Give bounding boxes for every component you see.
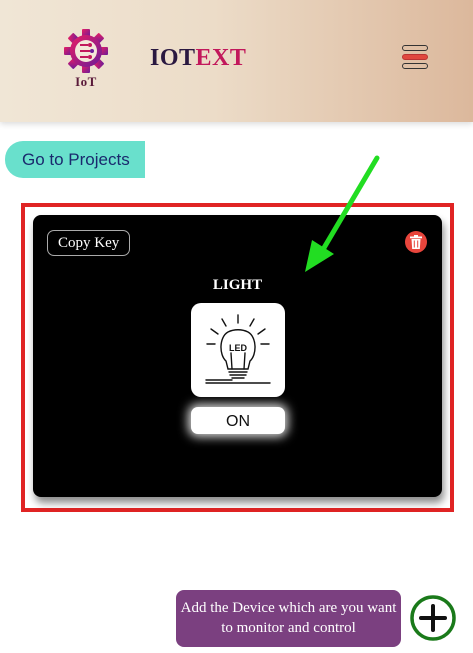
copy-key-button[interactable]: Copy Key — [47, 230, 131, 256]
led-bulb-icon: LED — [205, 314, 271, 384]
plus-circle-icon[interactable] — [409, 594, 457, 642]
add-device-tooltip: Add the Device which are you want to mon… — [176, 590, 401, 647]
gear-logo-icon — [64, 29, 108, 73]
go-to-projects-button[interactable]: Go to Projects — [5, 141, 145, 178]
trash-icon[interactable] — [405, 231, 427, 253]
menu-line-middle — [402, 54, 428, 60]
hamburger-menu-icon[interactable] — [400, 44, 430, 74]
logo-text: IoT — [75, 74, 97, 89]
menu-line-top — [402, 45, 428, 51]
brand-title-part1: IOT — [150, 45, 196, 71]
menu-line-bottom — [402, 63, 428, 69]
brand-title[interactable]: IOTEXT — [150, 45, 246, 72]
led-label: LED — [229, 343, 248, 353]
app-header: IoT IOTEXT — [0, 0, 473, 122]
device-icon-container[interactable]: LED — [191, 303, 285, 397]
brand-title-part2: EXT — [195, 45, 247, 71]
annotation-arrow-icon — [305, 155, 380, 272]
device-state-toggle-button[interactable]: ON — [191, 407, 285, 434]
iot-logo: IoT — [60, 28, 112, 92]
